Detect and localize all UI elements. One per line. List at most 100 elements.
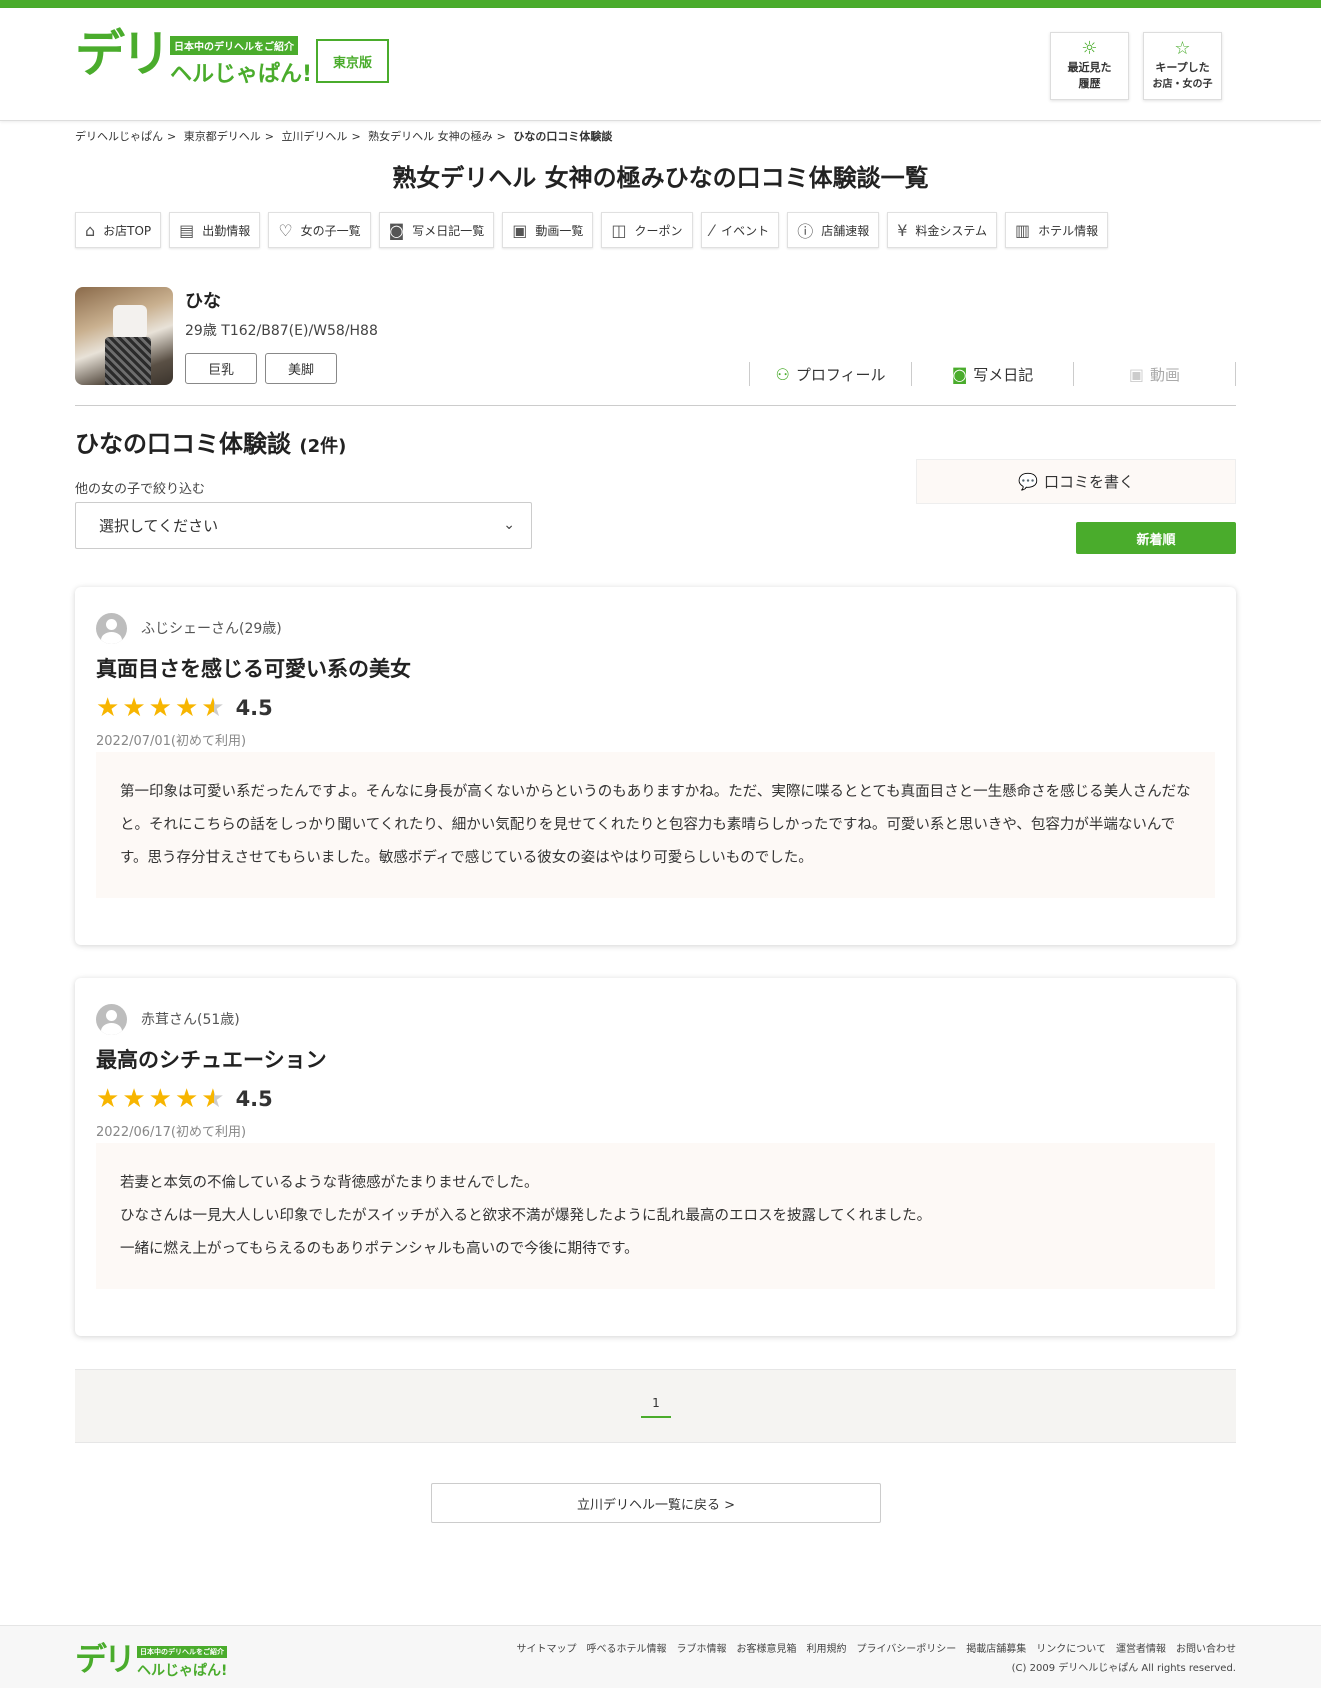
footer-link[interactable]: 掲載店舗募集 (966, 1640, 1026, 1655)
footer-link[interactable]: 利用規約 (806, 1640, 846, 1655)
footer-link[interactable]: リンクについて (1036, 1640, 1106, 1655)
shop-nav-label: 動画一覧 (535, 223, 584, 238)
footer-logo[interactable]: デリ 日本中のデリヘルをご紹介 ヘルじゃぱん! (75, 1642, 235, 1680)
review-body-line: 若妻と本気の不倫しているような背徳感がたまりませんでした。 (120, 1175, 539, 1191)
shop-nav-label: お店TOP (103, 223, 152, 238)
breadcrumb: デリヘルじゃぱん > 東京都デリヘル > 立川デリヘル > 熟女デリヘル 女神の極み >… (75, 128, 612, 144)
magic-wand-icon: ⁄ (710, 220, 714, 240)
footer-link[interactable]: プライバシーポリシー (856, 1640, 956, 1655)
review-rating: ★ ★ ★ ★ ★ 4.5 (96, 1086, 273, 1112)
shop-nav-label: 出勤情報 (202, 223, 251, 238)
breadcrumb-separator: > (264, 130, 274, 143)
building-icon: ▥ (1015, 220, 1031, 240)
footer-logo-big: デリ (75, 1640, 136, 1678)
review-card: ふじシェーさん(29歳) 真面目さを感じる可愛い系の美女 ★ ★ ★ ★ ★ 4… (75, 587, 1236, 945)
girl-name[interactable]: ひな (185, 287, 221, 313)
star-icon: ★ (96, 693, 120, 723)
section-title: ひなの口コミ体験談 (2件) (75, 424, 346, 459)
clipboard-icon: ▤ (179, 220, 195, 240)
shop-nav-top[interactable]: ⌂ お店TOP (75, 212, 162, 248)
keep-label-2: お店・女の子 (1152, 79, 1213, 90)
pagination: 1 (75, 1369, 1236, 1443)
home-icon: ⌂ (85, 220, 96, 240)
speech-bubble-icon: 💬 (1018, 472, 1038, 491)
shop-nav-label: 店舗速報 (821, 223, 870, 238)
breadcrumb-item[interactable]: 東京都デリヘル (184, 130, 261, 143)
review-title: 真面目さを感じる可愛い系の美女 (96, 657, 411, 681)
shop-nav-diary[interactable]: ◙ 写メ日記一覧 (378, 212, 495, 248)
star-icon: ★ (148, 693, 172, 723)
back-to-list-button[interactable]: 立川デリヘル一覧に戻る > (431, 1483, 881, 1523)
region-badge[interactable]: 東京版 (316, 39, 389, 83)
star-icon: ★ (148, 1084, 172, 1114)
footer-logo-name: ヘルじゃぱん! (137, 1663, 228, 1679)
shop-nav-price[interactable]: ¥ 料金システム (887, 212, 998, 248)
person-icon: ⚇ (775, 364, 790, 384)
shop-nav-videos[interactable]: ▣ 動画一覧 (502, 212, 594, 248)
footer-link[interactable]: 呼べるホテル情報 (586, 1640, 666, 1655)
girl-spec: 29歳 T162/B87(E)/W58/H88 (185, 323, 378, 339)
page-number-current[interactable]: 1 (641, 1396, 671, 1418)
shop-nav-schedule[interactable]: ▤ 出勤情報 (169, 212, 261, 248)
review-date: 2022/06/17(初めて利用) (96, 1125, 247, 1140)
history-label-2: 履歴 (1078, 77, 1101, 90)
tab-video-label: 動画 (1150, 365, 1181, 384)
review-card: 赤茸さん(51歳) 最高のシチュエーション ★ ★ ★ ★ ★ 4.5 2022… (75, 978, 1236, 1336)
camera-icon: ◙ (951, 364, 968, 384)
tab-video: ▣ 動画 (1073, 362, 1236, 386)
footer-link[interactable]: サイトマップ (516, 1640, 576, 1655)
footer-link[interactable]: お問い合わせ (1176, 1640, 1236, 1655)
breadcrumb-item[interactable]: 立川デリヘル (281, 130, 347, 143)
logo-text-big: デリ (75, 25, 171, 83)
shop-nav-girls[interactable]: ♡ 女の子一覧 (268, 212, 371, 248)
breadcrumb-current: ひなの口コミ体験談 (513, 130, 613, 143)
star-icon: ★ (174, 1084, 199, 1114)
chevron-down-icon: ⌄ (503, 517, 515, 533)
footer-link[interactable]: 運営者情報 (1116, 1640, 1166, 1655)
star-icon: ★ (174, 693, 199, 723)
girl-photo[interactable] (75, 287, 173, 385)
keep-button[interactable]: ☆ キープした お店・女の子 (1143, 32, 1222, 100)
review-author: 赤茸さん(51歳) (141, 1012, 240, 1028)
half-star-icon: ★ (201, 1084, 225, 1114)
star-icon: ☆ (1174, 38, 1191, 59)
keep-label-1: キープした (1155, 61, 1210, 74)
shop-nav-hotel[interactable]: ▥ ホテル情報 (1005, 212, 1109, 248)
shop-nav-label: 写メ日記一覧 (412, 223, 485, 238)
shop-nav-event[interactable]: ⁄ イベント (700, 212, 780, 248)
user-avatar-icon (96, 613, 127, 644)
review-score: 4.5 (235, 1087, 273, 1111)
girl-profile-summary: ひな 29歳 T162/B87(E)/W58/H88 巨乳 美脚 ⚇ プロフィール… (75, 287, 1236, 406)
sort-newest-button[interactable]: 新着順 (1076, 522, 1236, 554)
review-body-line: 一緒に燃え上がってもらえるのもありポテンシャルも高いので今後に期待です。 (120, 1241, 639, 1257)
history-label-1: 最近見た (1067, 61, 1112, 74)
review-author: ふじシェーさん(29歳) (141, 621, 282, 637)
review-title: 最高のシチュエーション (96, 1048, 327, 1072)
user-avatar-icon (96, 1004, 127, 1035)
review-body: 第一印象は可愛い系だったんですよ。そんなに身長が高くないからというのもありますか… (96, 752, 1215, 898)
footer-link[interactable]: お客様意見箱 (736, 1640, 796, 1655)
site-footer: デリ 日本中のデリヘルをご紹介 ヘルじゃぱん! サイトマップ 呼べるホテル情報 … (0, 1625, 1321, 1688)
breadcrumb-separator: > (167, 130, 177, 143)
write-review-button[interactable]: 💬 口コミを書く (916, 459, 1236, 504)
shop-nav-news[interactable]: ⓘ 店舗速報 (787, 212, 880, 248)
history-button[interactable]: ☼ 最近見た 履歴 (1050, 32, 1129, 100)
shop-nav-label: ホテル情報 (1038, 223, 1099, 238)
tab-profile[interactable]: ⚇ プロフィール (749, 362, 911, 386)
tab-diary[interactable]: ◙ 写メ日記 (911, 362, 1073, 386)
site-logo[interactable]: デリ 日本中のデリヘルをご紹介 ヘルじゃぱん! (75, 25, 315, 87)
write-review-label: 口コミを書く (1043, 473, 1134, 491)
girl-tags: 巨乳 美脚 (185, 353, 337, 384)
girl-tag[interactable]: 美脚 (265, 353, 337, 384)
breadcrumb-item[interactable]: 熟女デリヘル 女神の極み (368, 130, 493, 143)
footer-logo-tagline: 日本中のデリヘルをご紹介 (137, 1646, 227, 1658)
shop-nav-coupon[interactable]: ◫ クーポン (601, 212, 693, 248)
review-date: 2022/07/01(初めて利用) (96, 734, 247, 749)
page-title: 熟女デリヘル 女神の極みひなの口コミ体験談一覧 (392, 164, 929, 192)
breadcrumb-item[interactable]: デリヘルじゃぱん (75, 130, 163, 143)
girl-tag[interactable]: 巨乳 (185, 353, 257, 384)
yen-icon: ¥ (897, 220, 908, 240)
footer-link[interactable]: ラブホ情報 (676, 1640, 726, 1655)
girl-filter-select[interactable]: 選択してください ⌄ (75, 502, 532, 549)
breadcrumb-separator: > (351, 130, 361, 143)
